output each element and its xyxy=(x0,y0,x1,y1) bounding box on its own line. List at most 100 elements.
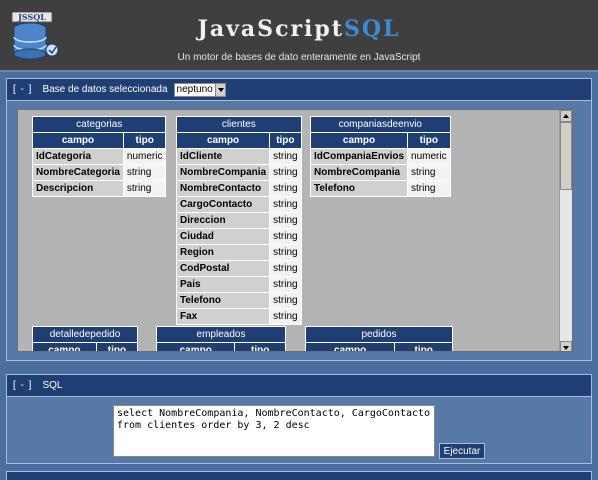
table-row: IdCategoria numeric xyxy=(32,148,167,165)
table-row: Descripcion string xyxy=(32,180,167,197)
database-panel-toggle[interactable]: [ - ] xyxy=(13,84,32,95)
app-subtitle: Un motor de bases de dato enteramente en… xyxy=(177,52,421,63)
schema-table-empleados: empleados campo tipo xyxy=(155,326,286,351)
field-type: numeric xyxy=(122,148,167,165)
field-type: string xyxy=(269,276,302,293)
schema-table-detalledepedido: detalledepedido campo tipo xyxy=(32,326,139,351)
table-row: CodPostal string xyxy=(175,260,302,277)
execute-button[interactable]: Ejecutar xyxy=(439,443,485,459)
field-name: Ciudad xyxy=(175,228,271,245)
database-panel-label: Base de datos seleccionada xyxy=(42,84,168,95)
sql-query-input[interactable]: select NombreCompania, NombreContacto, C… xyxy=(113,405,435,457)
column-header-campo: campo xyxy=(155,342,236,351)
chevron-down-icon[interactable] xyxy=(214,83,225,96)
schema-table-clientes: clientes campo tipo IdCliente string Nombr… xyxy=(175,116,302,325)
table-name: categorias xyxy=(31,116,167,133)
table-row: Telefono string xyxy=(175,292,302,309)
field-name: Region xyxy=(175,244,271,261)
field-type: string xyxy=(269,292,302,309)
app-title: JavaScriptSQL xyxy=(0,16,598,42)
database-select-value: neptuno xyxy=(176,84,213,95)
table-row: NombreCompania string xyxy=(175,164,302,181)
field-type: string xyxy=(269,228,302,245)
field-type: string xyxy=(407,164,451,181)
database-select[interactable]: neptuno xyxy=(173,82,226,97)
results-panel-bar xyxy=(7,472,591,480)
sql-panel-toggle[interactable]: [ - ] xyxy=(13,380,32,391)
table-row: Fax string xyxy=(175,308,302,325)
field-type: string xyxy=(269,244,302,261)
database-panel: [ - ] Base de datos seleccionada neptuno… xyxy=(6,78,592,361)
sql-panel-bar: [ - ] SQL xyxy=(7,375,591,397)
table-row: IdCompaniaEnvios numeric xyxy=(309,148,451,165)
field-name: NombreCategoria xyxy=(32,164,124,181)
database-panel-bar: [ - ] Base de datos seleccionada neptuno xyxy=(7,79,591,101)
app-header: JSSQL JavaScriptSQL Un motor de bases de… xyxy=(0,0,598,72)
table-row: Telefono string xyxy=(309,180,451,197)
schema-table-companiasdeenvio: companiasdeenvio campo tipo IdCompaniaEnv… xyxy=(309,116,451,197)
field-type: string xyxy=(269,180,302,197)
field-name: NombreCompania xyxy=(309,164,409,181)
sql-panel: [ - ] SQL select NombreCompania, NombreC… xyxy=(6,374,592,464)
table-row: NombreCompania string xyxy=(309,164,451,181)
schema-viewer: categorias campo tipo IdCategoria numeric … xyxy=(17,109,573,352)
field-name: Fax xyxy=(175,308,271,325)
field-name: Direccion xyxy=(175,212,271,229)
field-type: string xyxy=(269,212,302,229)
column-header-tipo: tipo xyxy=(394,342,453,351)
table-name: pedidos xyxy=(305,326,453,343)
field-type: string xyxy=(269,196,302,213)
field-type: string xyxy=(269,308,302,325)
field-name: CargoContacto xyxy=(175,196,271,213)
table-row: Direccion string xyxy=(175,212,302,229)
column-header-tipo: tipo xyxy=(407,132,451,149)
column-header-tipo: tipo xyxy=(269,132,302,149)
field-name: IdCliente xyxy=(175,148,271,165)
column-header-tipo: tipo xyxy=(234,342,286,351)
table-name: empleados xyxy=(156,326,286,343)
column-header-campo: campo xyxy=(175,132,271,149)
field-type: numeric xyxy=(407,148,451,165)
column-header-campo: campo xyxy=(304,342,396,351)
field-name: Descripcion xyxy=(32,180,124,197)
column-header-campo: campo xyxy=(32,342,97,351)
scrollbar-thumb[interactable] xyxy=(560,122,572,190)
table-name: companiasdeenvio xyxy=(310,116,451,133)
field-name: IdCompaniaEnvios xyxy=(309,148,409,165)
app-title-javascript: JavaScript xyxy=(197,16,344,42)
field-type: string xyxy=(269,148,302,165)
field-name: NombreContacto xyxy=(175,180,271,197)
column-header-tipo: tipo xyxy=(95,342,139,351)
field-type: string xyxy=(269,260,302,277)
field-name: CodPostal xyxy=(175,260,271,277)
sql-panel-label: SQL xyxy=(42,380,63,391)
field-type: string xyxy=(269,164,302,181)
scroll-up-arrow-icon[interactable] xyxy=(560,110,572,122)
results-panel xyxy=(6,471,592,480)
table-row: Pais string xyxy=(175,276,302,293)
column-header-tipo: tipo xyxy=(122,132,167,149)
column-header-campo: campo xyxy=(32,132,124,149)
field-name: Pais xyxy=(175,276,271,293)
field-name: Telefono xyxy=(309,180,409,197)
table-row: Region string xyxy=(175,244,302,261)
schema-table-categorias: categorias campo tipo IdCategoria numeric … xyxy=(31,116,167,197)
schema-scrollbar[interactable] xyxy=(559,110,572,351)
table-name: clientes xyxy=(176,116,302,133)
field-type: string xyxy=(122,180,167,197)
column-header-campo: campo xyxy=(309,132,409,149)
table-name: detalledepedido xyxy=(32,326,138,343)
table-row: CargoContacto string xyxy=(175,196,302,213)
table-row: IdCliente string xyxy=(175,148,302,165)
field-name: NombreCompania xyxy=(175,164,271,181)
field-name: Telefono xyxy=(175,292,271,309)
table-row: NombreCategoria string xyxy=(32,164,167,181)
app-title-sql: SQL xyxy=(343,16,401,42)
schema-table-pedidos: pedidos campo tipo xyxy=(304,326,453,351)
field-name: IdCategoria xyxy=(32,148,124,165)
scroll-down-arrow-icon[interactable] xyxy=(560,341,572,351)
table-row: Ciudad string xyxy=(175,228,302,245)
field-type: string xyxy=(407,180,451,197)
field-type: string xyxy=(122,164,167,181)
table-row: NombreContacto string xyxy=(175,180,302,197)
